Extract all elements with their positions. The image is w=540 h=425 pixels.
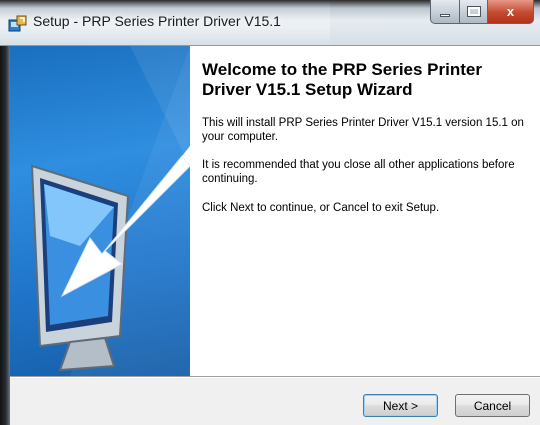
next-button[interactable]: Next >: [363, 394, 438, 417]
computer-monitor-arrow-illustration: [30, 46, 190, 376]
install-description: This will install PRP Series Printer Dri…: [202, 117, 524, 143]
window-controls: x: [430, 0, 534, 26]
welcome-panel: Welcome to the PRP Series Printer Driver…: [190, 46, 540, 376]
minimize-icon: [440, 14, 450, 17]
continue-instruction: Click Next to continue, or Cancel to exi…: [202, 202, 440, 214]
window-title: Setup - PRP Series Printer Driver V15.1: [33, 13, 281, 29]
minimize-button[interactable]: [430, 0, 460, 24]
close-apps-recommendation: It is recommended that you close all oth…: [202, 159, 515, 185]
close-button[interactable]: x: [488, 0, 534, 24]
page-title: Welcome to the PRP Series Printer Driver…: [202, 60, 482, 99]
cancel-button[interactable]: Cancel: [455, 394, 530, 417]
button-bar: Next > Cancel: [10, 378, 540, 425]
maximize-icon: [466, 6, 481, 17]
setup-installer-icon: [8, 15, 27, 32]
window-frame-edge: [0, 46, 10, 425]
close-icon: x: [506, 4, 515, 19]
wizard-banner: [10, 46, 190, 376]
title-bar[interactable]: Setup - PRP Series Printer Driver V15.1 …: [0, 0, 540, 46]
maximize-button[interactable]: [460, 0, 488, 24]
